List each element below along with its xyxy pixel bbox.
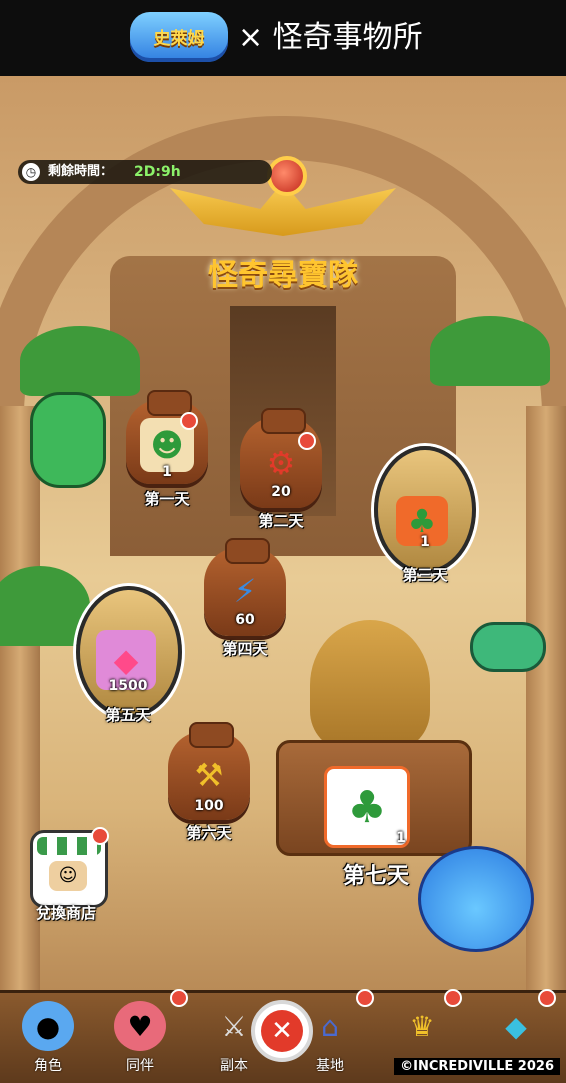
flying-creature xyxy=(470,622,546,672)
shop-keeper-icon: ☺ xyxy=(49,861,87,891)
event-title: 怪奇尋寶隊 xyxy=(208,258,358,293)
reward-day-2[interactable]: ⚙ 20 第二天 xyxy=(236,408,326,532)
notification-dot xyxy=(91,827,109,845)
companions-icon: ♥ xyxy=(114,1001,166,1051)
dinosaur-character xyxy=(30,392,106,488)
nav-label: 角色 xyxy=(34,1058,62,1074)
explorer-slime-character xyxy=(418,846,534,952)
remaining-time-bar: ◷ 剩餘時間： 2D:9h xyxy=(18,160,272,184)
timer-value: 2D:9h xyxy=(134,164,181,180)
slime-icon: ● xyxy=(22,1001,74,1051)
notification-dot xyxy=(180,412,198,430)
collab-title: × 怪奇事物所 xyxy=(238,20,423,55)
nav-character[interactable]: ● 角色 xyxy=(8,993,88,1083)
nav-label: 副本 xyxy=(220,1058,248,1074)
reward-count: 1500 xyxy=(108,678,148,694)
reward-day-label: 第三天 xyxy=(402,566,448,584)
reward-count: 1 xyxy=(396,830,406,846)
timer-label: 剩餘時間： xyxy=(48,164,114,179)
blue-ticket-icon: ⚡ xyxy=(233,572,257,610)
reward-count: 100 xyxy=(194,798,224,814)
notification-dot xyxy=(444,989,462,1007)
nav-companions[interactable]: ♥ 同伴 xyxy=(100,989,188,1083)
reward-day-label: 第二天 xyxy=(258,512,304,530)
exchange-shop-button[interactable]: ☺ xyxy=(30,827,109,908)
clock-icon: ◷ xyxy=(22,163,40,181)
close-button[interactable]: ✕ xyxy=(251,1000,313,1062)
reward-day-3[interactable]: ♣ 1 第三天 xyxy=(370,442,480,588)
reward-count: 20 xyxy=(271,484,291,500)
nav-label: 基地 xyxy=(316,1058,344,1074)
reward-day-1[interactable]: ☻ 1 第一天 xyxy=(122,390,212,510)
reward-count: 1 xyxy=(162,464,172,480)
gem-shop-icon: ◆ xyxy=(505,1009,527,1043)
scarab-gem-icon xyxy=(267,156,307,196)
game-logo: 史萊姆 xyxy=(130,12,228,62)
palm-tree-right xyxy=(430,316,550,386)
reward-day-label: 第六天 xyxy=(186,824,232,842)
notification-dot xyxy=(298,432,316,450)
top-banner: 史萊姆 × 怪奇事物所 xyxy=(0,0,566,76)
copyright-text: ©INCREDIVILLE 2026 xyxy=(394,1058,560,1075)
reward-day-label: 第一天 xyxy=(144,490,190,508)
close-icon: ✕ xyxy=(261,1010,303,1052)
notification-dot xyxy=(356,989,374,1007)
reward-day-5[interactable]: ◆ 1500 第五天 xyxy=(70,582,186,728)
game-logo-text: 史萊姆 xyxy=(153,29,205,49)
reward-day-7[interactable]: ♣ 1 第七天 xyxy=(276,620,476,890)
sphinx-statue xyxy=(310,620,430,750)
hammer-icon: ⚒ xyxy=(194,756,224,794)
reward-count: 1 xyxy=(420,534,430,550)
exchange-shop-label: 兌換商店 xyxy=(35,904,96,922)
notification-dot xyxy=(538,989,556,1007)
crown-banner-icon: ♛ xyxy=(409,1009,435,1043)
reward-day-6[interactable]: ⚒ 100 第六天 xyxy=(162,722,256,846)
palm-tree-left xyxy=(20,326,140,396)
notification-dot xyxy=(170,989,188,1007)
nav-label: 同伴 xyxy=(126,1058,154,1074)
